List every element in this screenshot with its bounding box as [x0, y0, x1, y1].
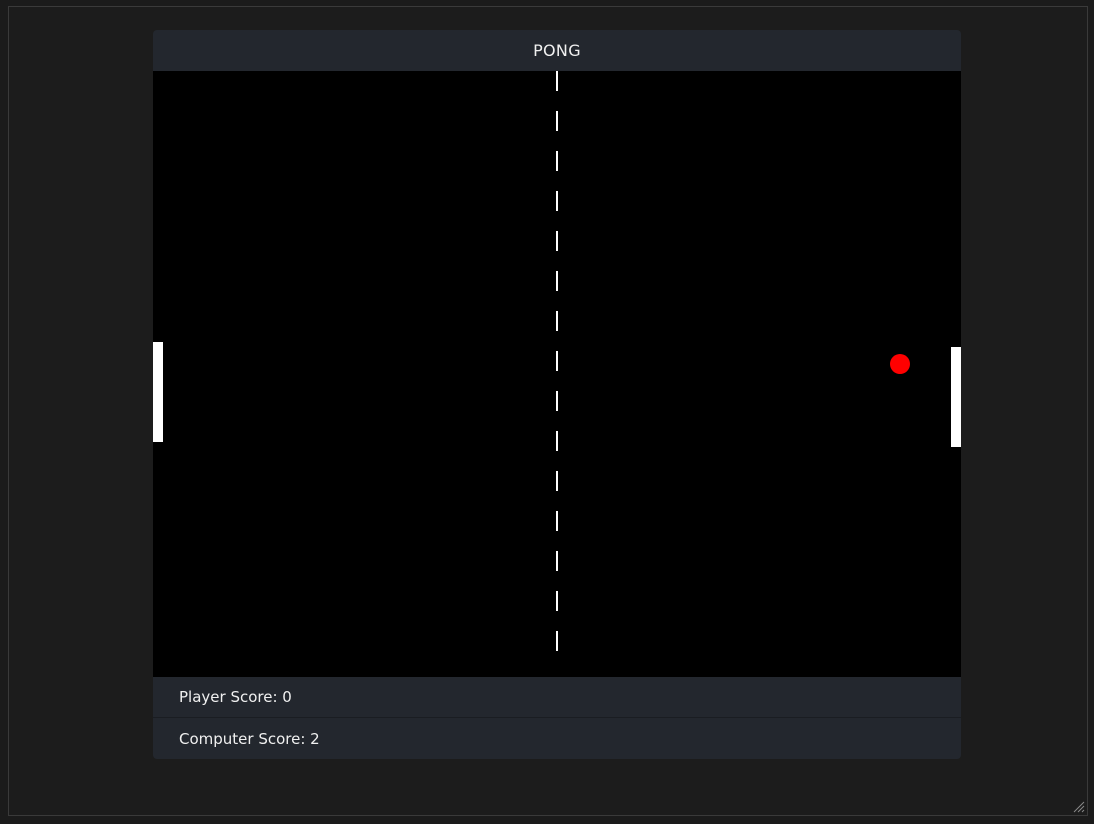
player-score: Player Score: 0 [153, 677, 961, 718]
computer-paddle [951, 347, 961, 447]
net-segment [556, 591, 558, 611]
player-paddle [153, 342, 163, 442]
court-canvas[interactable] [153, 71, 961, 677]
pong-panel: PONG Player Score: 0 Computer Score: 2 [153, 30, 961, 759]
net-segment [556, 551, 558, 571]
net-segment [556, 111, 558, 131]
net-segment [556, 311, 558, 331]
net-segment [556, 231, 558, 251]
game-title: PONG [533, 41, 581, 60]
net-segment [556, 511, 558, 531]
center-net [556, 71, 558, 651]
net-segment [556, 351, 558, 371]
net-segment [556, 431, 558, 451]
net-segment [556, 71, 558, 91]
resize-grip-icon[interactable] [1073, 801, 1085, 813]
net-segment [556, 151, 558, 171]
net-segment [556, 471, 558, 491]
app-frame: PONG Player Score: 0 Computer Score: 2 [8, 6, 1088, 816]
net-segment [556, 391, 558, 411]
net-segment [556, 271, 558, 291]
ball [890, 354, 910, 374]
game-court[interactable] [153, 71, 961, 677]
net-segment [556, 191, 558, 211]
net-segment [556, 631, 558, 651]
computer-score: Computer Score: 2 [179, 729, 320, 748]
